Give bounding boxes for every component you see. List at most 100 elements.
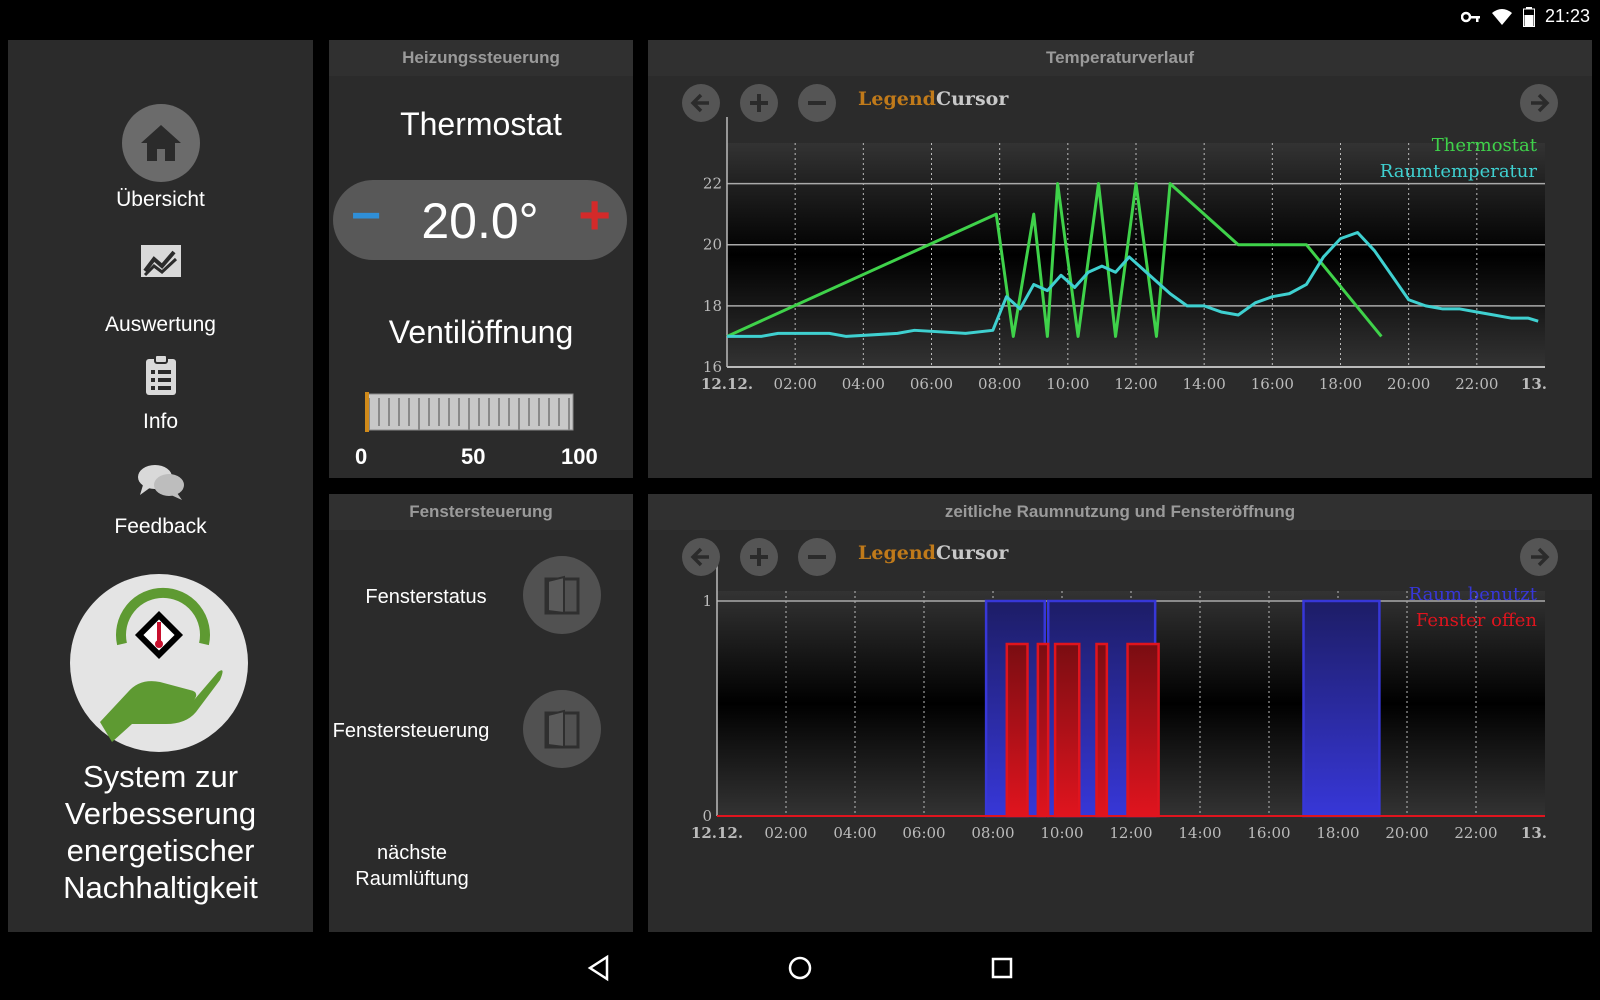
nav-label: Auswertung bbox=[105, 313, 216, 336]
x-tick-label: 14:00 bbox=[1183, 375, 1226, 393]
plus-icon bbox=[750, 94, 768, 112]
x-tick-label: 16:00 bbox=[1247, 824, 1290, 842]
y-tick-label: 0 bbox=[702, 807, 712, 825]
next-ventilation-label: nächste Raumlüftung bbox=[329, 840, 495, 892]
next-ventilation-line: nächste bbox=[376, 842, 448, 864]
home-nav-icon[interactable] bbox=[787, 954, 813, 982]
chart-zoom-in-button[interactable] bbox=[740, 84, 778, 122]
next-ventilation-line: Raumlüftung bbox=[355, 868, 469, 890]
window-icon bbox=[544, 575, 580, 615]
nav-label: Übersicht bbox=[116, 188, 205, 211]
arrow-left-icon bbox=[690, 547, 709, 567]
app-title: System zur Verbesserung energetischer Na… bbox=[63, 759, 258, 905]
x-tick-label: 12:00 bbox=[1109, 824, 1152, 842]
y-tick-label: 1 bbox=[702, 592, 712, 610]
cursor-toggle[interactable]: Cursor bbox=[936, 542, 1008, 564]
x-tick-label: 22:00 bbox=[1454, 824, 1497, 842]
x-tick-label: 18:00 bbox=[1319, 375, 1362, 393]
battery-icon bbox=[1522, 6, 1535, 27]
thermostat-stepper: − 20.0° + bbox=[333, 180, 627, 260]
bar-raum-benutzt bbox=[1302, 599, 1381, 818]
window-status-label: Fensterstatus bbox=[365, 586, 487, 608]
x-tick-label: 04:00 bbox=[833, 824, 876, 842]
sidebar: Übersicht Auswertung Info Feedback Syste… bbox=[8, 40, 313, 932]
chat-icon bbox=[8, 463, 313, 501]
legend-entry: Thermostat bbox=[1432, 135, 1538, 156]
x-tick-label: 10:00 bbox=[1046, 375, 1089, 393]
window-panel: Fenstersteuerung Fensterstatus Fensterst… bbox=[329, 494, 633, 932]
x-tick-label: 16:00 bbox=[1251, 375, 1294, 393]
nav-item-info[interactable]: Info bbox=[8, 354, 313, 434]
y-tick-label: 18 bbox=[703, 297, 722, 315]
chart-zoom-out-button[interactable] bbox=[798, 84, 836, 122]
arrow-left-icon bbox=[690, 93, 709, 113]
valve-tick-label: 50 bbox=[461, 444, 486, 469]
chart-icon bbox=[8, 243, 313, 279]
x-tick-label: 12.12. bbox=[691, 824, 743, 842]
y-tick-label: 20 bbox=[703, 236, 722, 254]
temperature-chart: 16 18 20 22 12.12. 02:00 04:00 06:00 08:00 10:00 1… bbox=[701, 117, 1547, 393]
x-tick-label: 13. bbox=[1521, 375, 1547, 393]
minus-icon bbox=[808, 555, 826, 559]
clock: 21:23 bbox=[1544, 6, 1590, 26]
nav-item-auswertung[interactable]: Auswertung bbox=[8, 243, 313, 337]
usage-chart: 0 1 12.12. 02:00 04:00 06:00 08:00 10:00 12:00 14… bbox=[691, 565, 1547, 842]
thermostat-label: Thermostat bbox=[400, 106, 562, 142]
nav-label: Info bbox=[142, 410, 179, 433]
legend-toggle[interactable]: Legend bbox=[858, 88, 936, 110]
legend-toggle[interactable]: Legend bbox=[858, 542, 936, 564]
legend-entry: Fenster offen bbox=[1416, 610, 1537, 631]
window-control-label: Fenstersteuerung bbox=[332, 720, 490, 742]
back-icon[interactable] bbox=[586, 954, 610, 982]
x-tick-label: 12:00 bbox=[1114, 375, 1157, 393]
window-icon bbox=[544, 709, 580, 749]
x-tick-label: 18:00 bbox=[1316, 824, 1359, 842]
x-tick-label: 08:00 bbox=[971, 824, 1014, 842]
app-logo bbox=[70, 574, 248, 752]
x-tick-label: 02:00 bbox=[774, 375, 817, 393]
key-icon bbox=[1460, 11, 1480, 22]
chart-zoom-out-button[interactable] bbox=[798, 538, 836, 576]
x-tick-label: 13. bbox=[1521, 824, 1547, 842]
x-tick-label: 10:00 bbox=[1040, 824, 1083, 842]
arrow-right-icon bbox=[1531, 93, 1550, 113]
legend-entry: Raum benutzt bbox=[1409, 584, 1538, 605]
x-tick-label: 04:00 bbox=[842, 375, 885, 393]
valve-label: Ventilöffnung bbox=[388, 314, 574, 350]
cursor-toggle[interactable]: Cursor bbox=[936, 88, 1008, 110]
system-nav-bar bbox=[0, 936, 1600, 1000]
home-icon bbox=[121, 104, 200, 182]
recents-icon[interactable] bbox=[990, 954, 1014, 982]
x-tick-label: 22:00 bbox=[1455, 375, 1498, 393]
x-tick-label: 06:00 bbox=[902, 824, 945, 842]
minus-icon bbox=[808, 101, 826, 105]
legend-entry: Raumtemperatur bbox=[1380, 161, 1538, 182]
chart-next-button[interactable] bbox=[1520, 538, 1558, 576]
increase-button[interactable]: + bbox=[578, 182, 611, 247]
nav-item-uebersicht[interactable]: Übersicht bbox=[8, 104, 313, 212]
x-tick-label: 20:00 bbox=[1385, 824, 1428, 842]
window-control-button[interactable] bbox=[523, 690, 601, 768]
bar-fenster-offen bbox=[1036, 642, 1050, 818]
wifi-icon bbox=[1491, 8, 1512, 25]
panel-header: Heizungssteuerung bbox=[329, 40, 633, 76]
heating-panel: Heizungssteuerung Thermostat − 20.0° + V… bbox=[329, 40, 633, 478]
bar-fenster-offen bbox=[1053, 642, 1081, 818]
chart-zoom-in-button[interactable] bbox=[740, 538, 778, 576]
clipboard-icon bbox=[8, 354, 313, 396]
chart-prev-button[interactable] bbox=[682, 84, 720, 122]
valve-tick-label: 0 bbox=[355, 444, 368, 469]
x-tick-label: 06:00 bbox=[910, 375, 953, 393]
nav-label: Feedback bbox=[114, 515, 207, 538]
status-bar: 21:23 bbox=[0, 0, 1600, 36]
nav-item-feedback[interactable]: Feedback bbox=[8, 463, 313, 539]
y-tick-label: 22 bbox=[703, 175, 722, 193]
usage-chart-panel: zeitliche Raumnutzung und Fensteröffnung… bbox=[648, 494, 1592, 932]
x-tick-label: 08:00 bbox=[978, 375, 1021, 393]
valve-tick-label: 100 bbox=[561, 444, 598, 469]
bar-fenster-offen bbox=[1126, 642, 1160, 818]
x-tick-label: 14:00 bbox=[1178, 824, 1221, 842]
chart-prev-button[interactable] bbox=[682, 538, 720, 576]
window-status-button[interactable] bbox=[523, 556, 601, 634]
chart-next-button[interactable] bbox=[1520, 84, 1558, 122]
